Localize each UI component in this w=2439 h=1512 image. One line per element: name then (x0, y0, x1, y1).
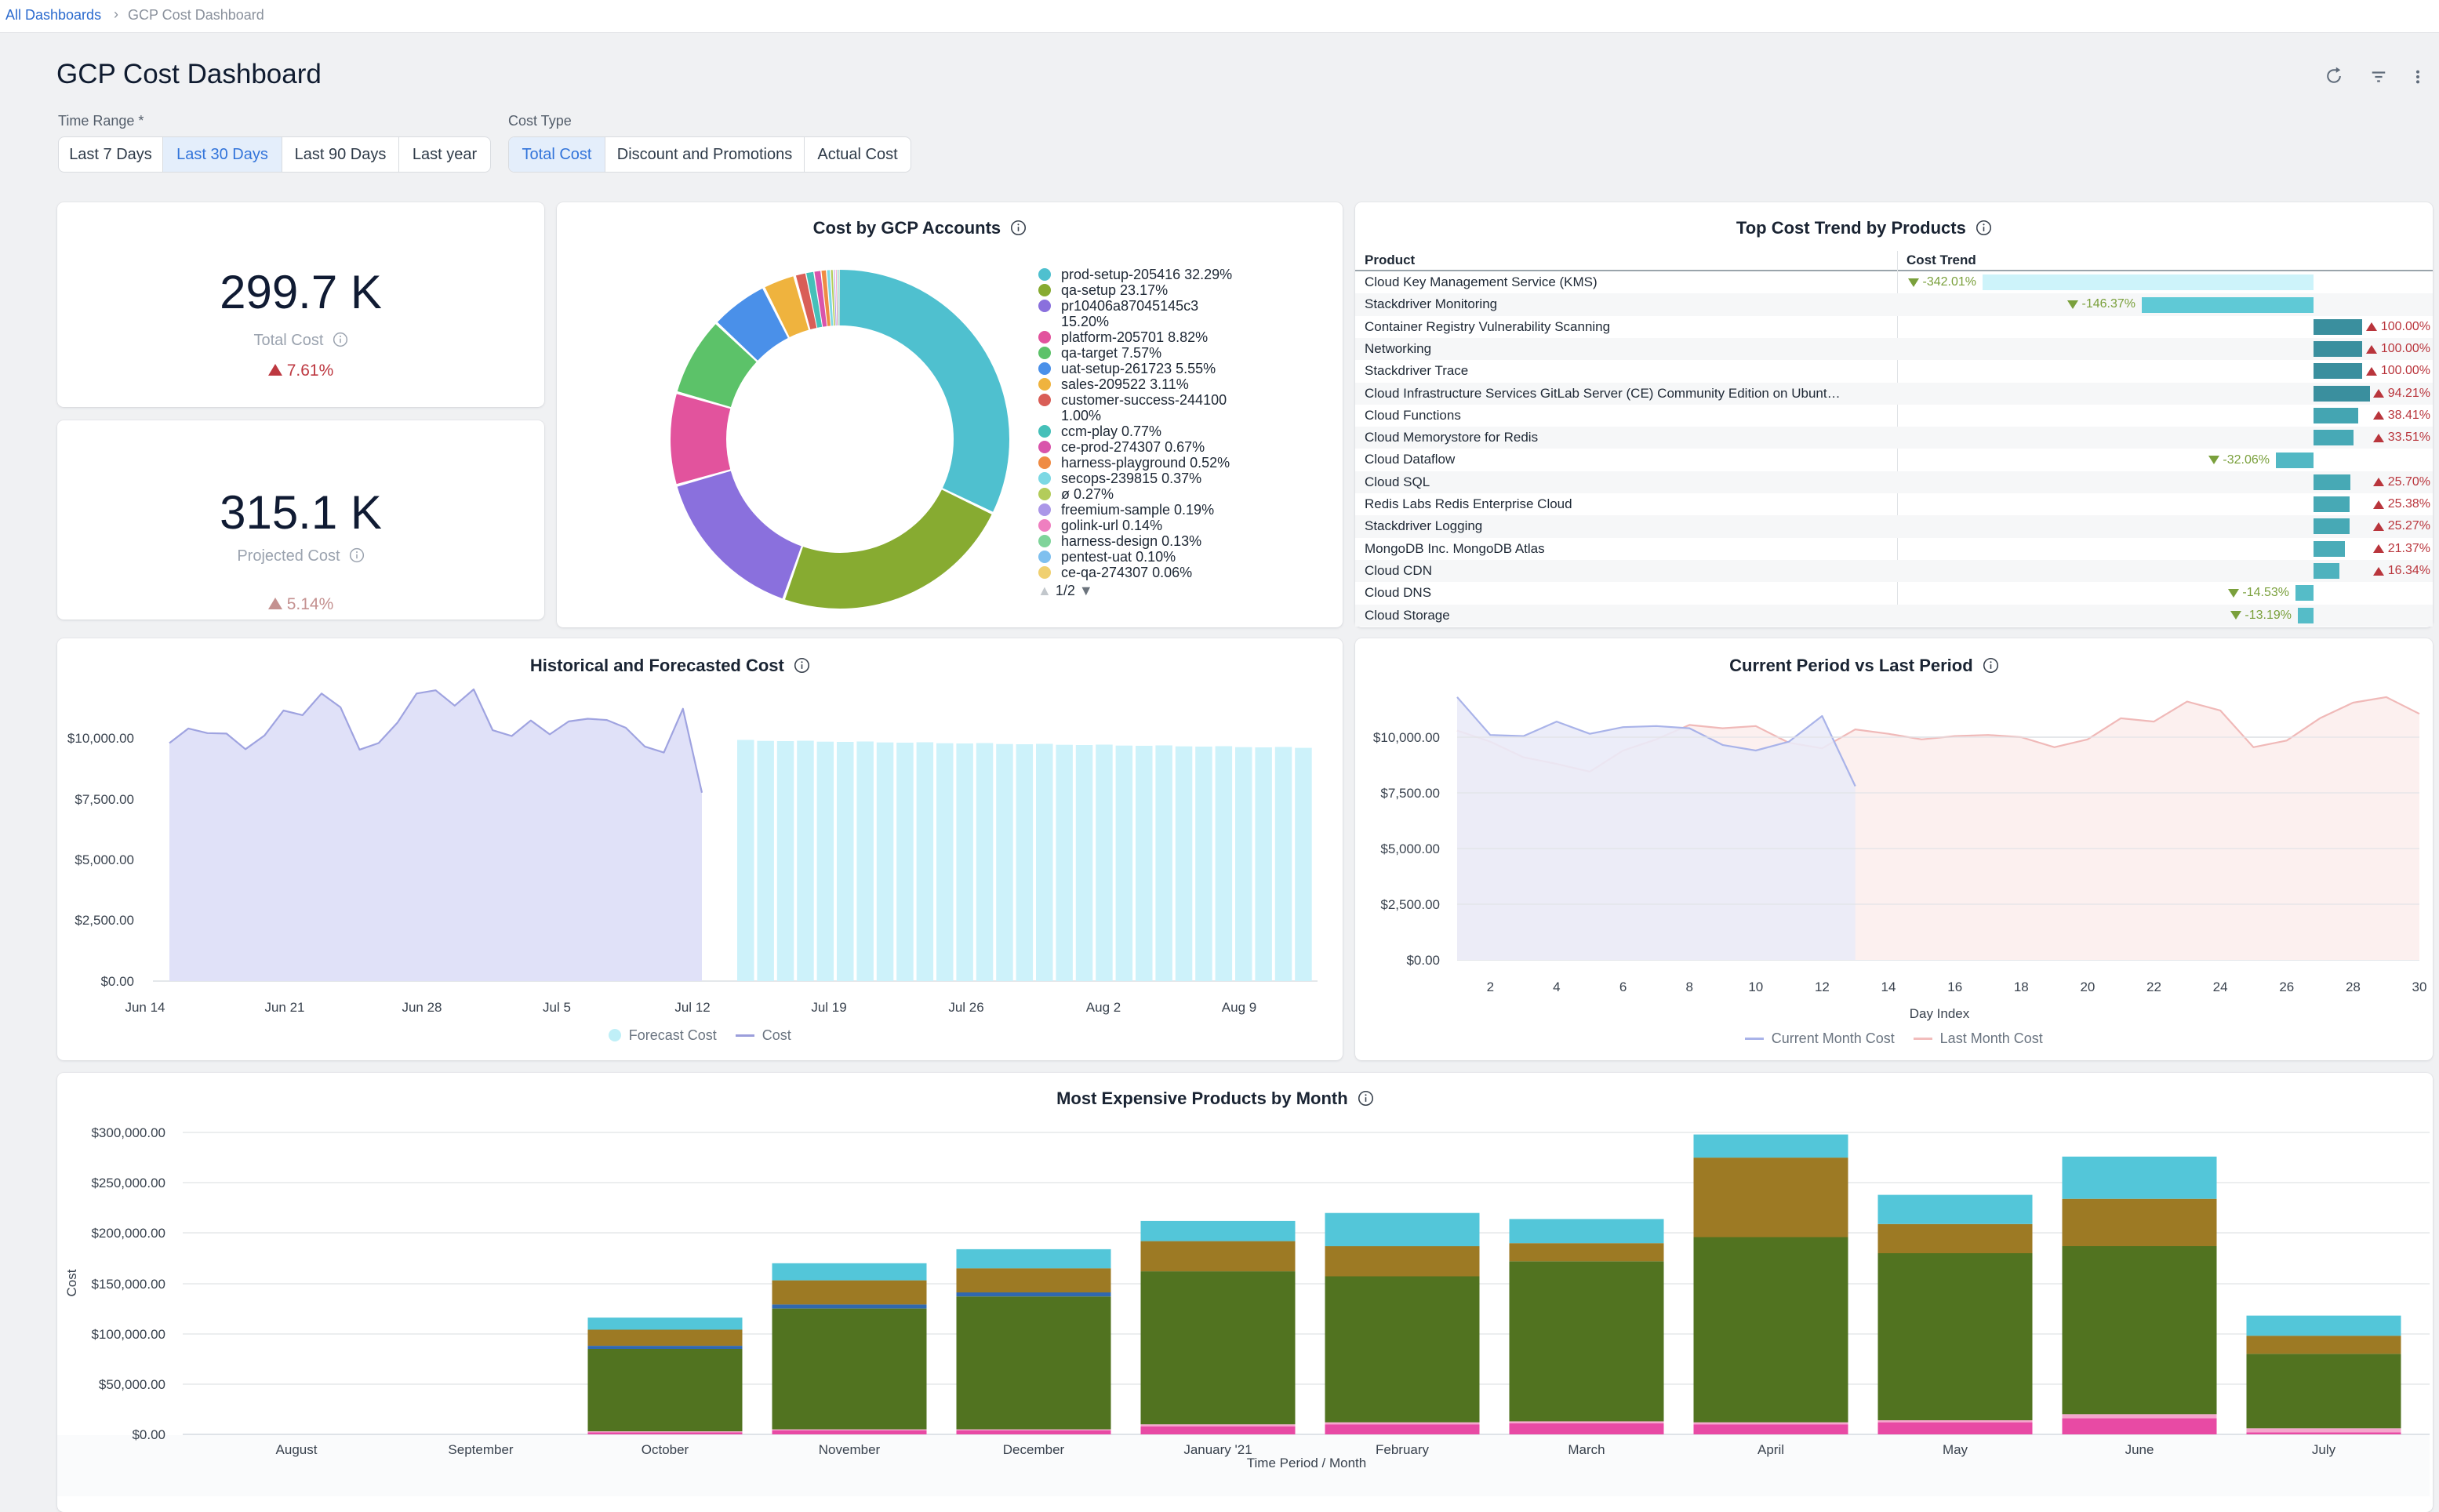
svg-text:July: July (2312, 1442, 2336, 1457)
svg-text:Cost: Cost (64, 1269, 79, 1296)
svg-text:November: November (819, 1442, 881, 1457)
svg-text:$7,500.00: $7,500.00 (75, 792, 134, 807)
svg-text:Jun 21: Jun 21 (264, 1000, 304, 1015)
svg-text:16: 16 (1947, 980, 1962, 994)
svg-text:April: April (1757, 1442, 1784, 1457)
svg-text:Aug 9: Aug 9 (1222, 1000, 1256, 1015)
svg-text:$0.00: $0.00 (100, 974, 134, 989)
svg-text:August: August (276, 1442, 318, 1457)
svg-text:$5,000.00: $5,000.00 (1380, 841, 1440, 856)
svg-text:$5,000.00: $5,000.00 (75, 852, 134, 867)
svg-text:28: 28 (2346, 980, 2361, 994)
svg-text:Time Period / Month: Time Period / Month (1247, 1456, 1366, 1470)
svg-text:March: March (1568, 1442, 1605, 1457)
svg-text:2: 2 (1487, 980, 1494, 994)
svg-text:$2,500.00: $2,500.00 (1380, 897, 1440, 912)
svg-text:$7,500.00: $7,500.00 (1380, 786, 1440, 801)
svg-text:$50,000.00: $50,000.00 (99, 1377, 165, 1392)
svg-text:$300,000.00: $300,000.00 (91, 1125, 165, 1140)
svg-text:October: October (642, 1442, 689, 1457)
svg-text:14: 14 (1881, 980, 1896, 994)
svg-text:22: 22 (2146, 980, 2161, 994)
svg-text:10: 10 (1748, 980, 1763, 994)
svg-text:$150,000.00: $150,000.00 (91, 1277, 165, 1292)
svg-text:30: 30 (2412, 980, 2427, 994)
svg-text:$0.00: $0.00 (132, 1427, 165, 1442)
svg-text:Aug 2: Aug 2 (1086, 1000, 1121, 1015)
svg-text:Jun 28: Jun 28 (402, 1000, 442, 1015)
svg-text:February: February (1376, 1442, 1430, 1457)
svg-text:12: 12 (1815, 980, 1830, 994)
svg-text:6: 6 (1619, 980, 1627, 994)
svg-text:$10,000.00: $10,000.00 (67, 731, 134, 746)
svg-text:September: September (448, 1442, 513, 1457)
svg-text:Jul 26: Jul 26 (948, 1000, 983, 1015)
svg-text:December: December (1003, 1442, 1065, 1457)
svg-text:Jul 12: Jul 12 (674, 1000, 710, 1015)
svg-text:20: 20 (2080, 980, 2095, 994)
svg-text:4: 4 (1553, 980, 1560, 994)
svg-text:Day Index: Day Index (1910, 1006, 1970, 1021)
svg-text:May: May (1943, 1442, 1968, 1457)
svg-text:June: June (2125, 1442, 2154, 1457)
svg-text:January '21: January '21 (1183, 1442, 1252, 1457)
svg-text:Jul 5: Jul 5 (543, 1000, 571, 1015)
svg-text:$200,000.00: $200,000.00 (91, 1226, 165, 1241)
svg-text:18: 18 (2014, 980, 2029, 994)
svg-text:$10,000.00: $10,000.00 (1373, 730, 1440, 745)
svg-text:$100,000.00: $100,000.00 (91, 1327, 165, 1342)
svg-text:24: 24 (2213, 980, 2228, 994)
svg-text:Jun 14: Jun 14 (125, 1000, 165, 1015)
svg-text:8: 8 (1685, 980, 1692, 994)
svg-text:$250,000.00: $250,000.00 (91, 1176, 165, 1190)
svg-text:$2,500.00: $2,500.00 (75, 913, 134, 928)
svg-text:$0.00: $0.00 (1406, 953, 1440, 968)
svg-text:26: 26 (2279, 980, 2294, 994)
svg-text:Jul 19: Jul 19 (811, 1000, 846, 1015)
